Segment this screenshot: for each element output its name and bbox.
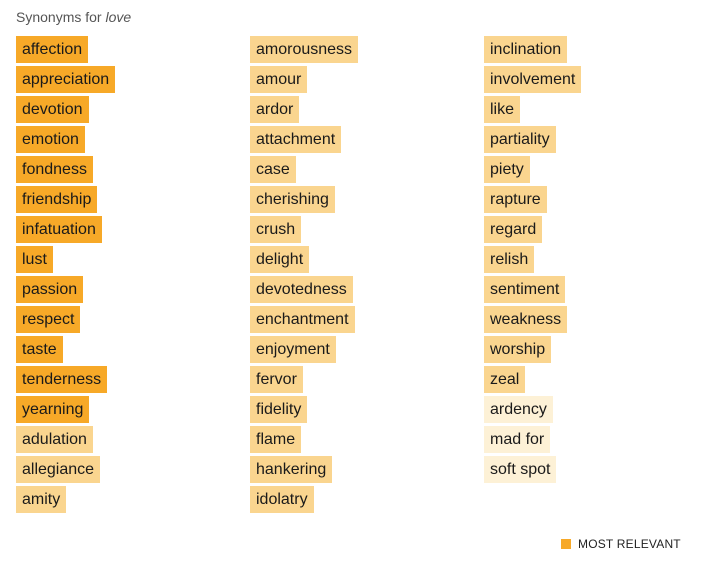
synonym-chip[interactable]: devotedness xyxy=(250,276,353,303)
synonym-chip[interactable]: lust xyxy=(16,246,53,273)
synonym-chip[interactable]: relish xyxy=(484,246,535,273)
synonym-chip[interactable]: amorousness xyxy=(250,36,359,63)
synonym-chip[interactable]: flame xyxy=(250,426,302,453)
synonym-chip[interactable]: allegiance xyxy=(16,456,101,483)
synonym-chip[interactable]: like xyxy=(484,96,521,123)
synonym-chip[interactable]: attachment xyxy=(250,126,342,153)
legend: MOST RELEVANT xyxy=(561,537,681,551)
synonym-chip[interactable]: taste xyxy=(16,336,63,363)
synonym-chip[interactable]: yearning xyxy=(16,396,90,423)
synonym-chip[interactable]: respect xyxy=(16,306,81,333)
synonym-chip[interactable]: mad for xyxy=(484,426,551,453)
synonym-chip[interactable]: worship xyxy=(484,336,552,363)
synonym-chip[interactable]: enchantment xyxy=(250,306,355,333)
synonym-chip[interactable]: fervor xyxy=(250,366,303,393)
synonym-chip[interactable]: enjoyment xyxy=(250,336,336,363)
synonym-chip[interactable]: devotion xyxy=(16,96,89,123)
synonym-chip[interactable]: cherishing xyxy=(250,186,335,213)
synonym-chip[interactable]: ardency xyxy=(484,396,553,423)
synonym-chip[interactable]: amour xyxy=(250,66,308,93)
synonym-chip[interactable]: adulation xyxy=(16,426,93,453)
synonym-chip[interactable]: sentiment xyxy=(484,276,566,303)
synonym-chip[interactable]: rapture xyxy=(484,186,547,213)
synonym-chip[interactable]: partiality xyxy=(484,126,556,153)
legend-label: MOST RELEVANT xyxy=(578,537,681,551)
synonym-chip[interactable]: ardor xyxy=(250,96,300,123)
synonym-chip[interactable]: amity xyxy=(16,486,67,513)
synonym-chip[interactable]: zeal xyxy=(484,366,526,393)
synonym-chip[interactable]: idolatry xyxy=(250,486,314,513)
heading-prefix: Synonyms for xyxy=(16,9,102,25)
synonym-chip[interactable]: friendship xyxy=(16,186,98,213)
synonym-chip[interactable]: delight xyxy=(250,246,310,273)
synonym-chip[interactable]: crush xyxy=(250,216,302,243)
synonym-chip[interactable]: tenderness xyxy=(16,366,108,393)
synonym-chip[interactable]: involvement xyxy=(484,66,582,93)
legend-swatch xyxy=(561,539,571,549)
synonyms-heading: Synonyms for love xyxy=(16,8,131,26)
synonym-chip[interactable]: passion xyxy=(16,276,84,303)
synonym-chip[interactable]: fidelity xyxy=(250,396,308,423)
synonym-chip[interactable]: affection xyxy=(16,36,89,63)
synonym-chip[interactable]: fondness xyxy=(16,156,93,183)
synonym-chip[interactable]: weakness xyxy=(484,306,568,333)
synonym-chip[interactable]: inclination xyxy=(484,36,568,63)
heading-word: love xyxy=(105,9,132,25)
synonym-chip[interactable]: emotion xyxy=(16,126,85,153)
synonym-chip[interactable]: piety xyxy=(484,156,530,183)
synonym-chip[interactable]: hankering xyxy=(250,456,333,483)
synonym-chip[interactable]: case xyxy=(250,156,296,183)
synonym-chip[interactable]: soft spot xyxy=(484,456,557,483)
synonym-chip[interactable]: infatuation xyxy=(16,216,102,243)
synonym-chip[interactable]: appreciation xyxy=(16,66,116,93)
synonym-chip[interactable]: regard xyxy=(484,216,543,243)
